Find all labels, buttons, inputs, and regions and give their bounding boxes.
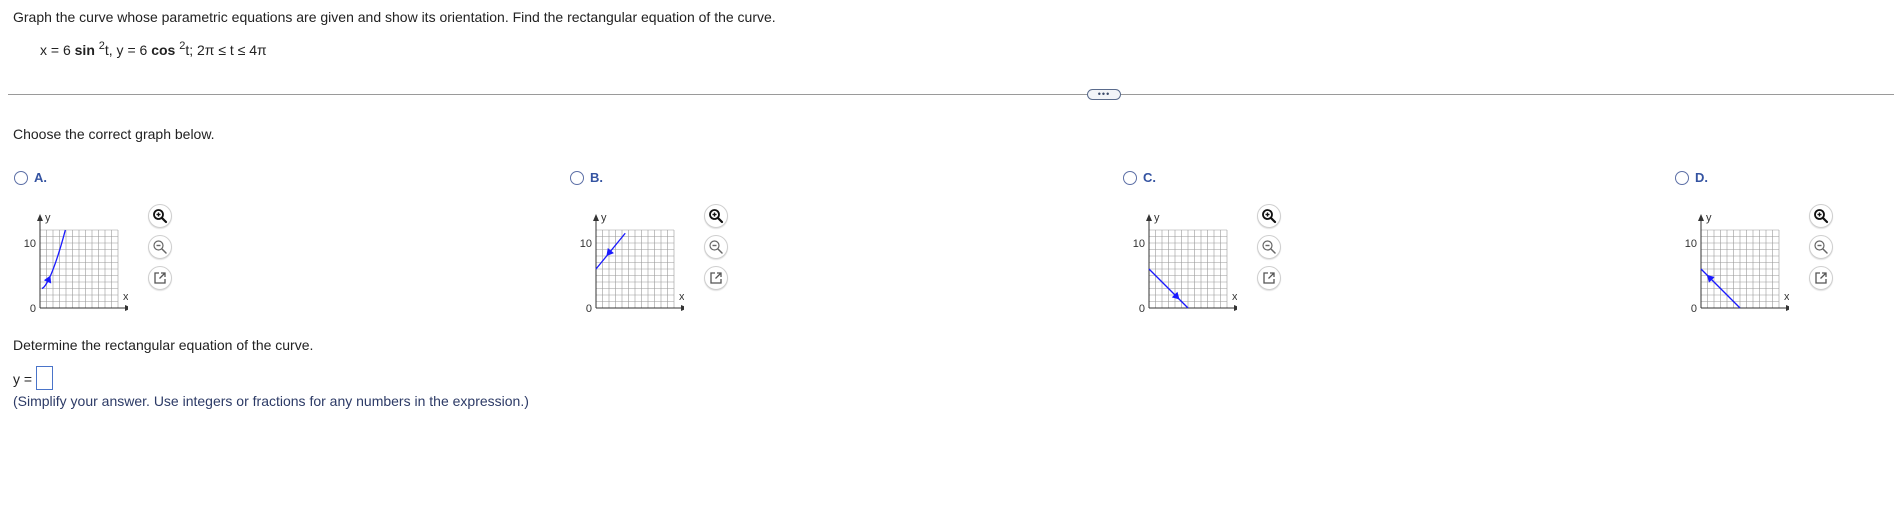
y-axis-label: y (45, 212, 51, 224)
zoom-in-button[interactable] (1257, 204, 1281, 228)
option-label-a[interactable]: A. (34, 170, 47, 185)
option-label-d[interactable]: D. (1695, 170, 1708, 185)
zoom-in-icon (709, 209, 724, 224)
equation-sin: sin (74, 42, 95, 58)
zoom-out-button[interactable] (704, 235, 728, 259)
zoom-in-button[interactable] (704, 204, 728, 228)
y-tick-label: 0 (1139, 303, 1145, 314)
x-axis-arrow (1786, 305, 1789, 311)
more-options-button[interactable]: ••• (1087, 89, 1121, 100)
option-radio-d[interactable] (1675, 171, 1689, 185)
x-axis-label: x (1232, 291, 1237, 303)
y-tick-label: 0 (1691, 303, 1697, 314)
y-tick-label: 10 (1685, 238, 1697, 250)
option-radio-c[interactable] (1123, 171, 1137, 185)
y-axis-arrow (593, 214, 599, 221)
x-axis-arrow (125, 305, 128, 311)
zoom-in-icon (153, 209, 168, 224)
popout-button[interactable] (148, 266, 172, 290)
option-graph-c: 100010yx (1117, 192, 1237, 314)
y-tick-label: 10 (1133, 238, 1145, 250)
graph-svg: 100010yx (580, 212, 684, 314)
answer-input[interactable] (36, 366, 53, 390)
x-axis-label: x (679, 291, 684, 303)
y-axis-label: y (1154, 212, 1160, 224)
option-graph-a: 100010yx (8, 192, 128, 314)
zoom-out-icon (1814, 240, 1828, 254)
zoom-out-icon (709, 240, 723, 254)
option-label-c[interactable]: C. (1143, 170, 1156, 185)
x-axis-label: x (1784, 291, 1789, 303)
answer-prefix: y = (13, 371, 33, 387)
option-radio-b[interactable] (570, 171, 584, 185)
y-axis-arrow (1698, 214, 1704, 221)
popout-icon (154, 272, 166, 284)
zoom-out-button[interactable] (1809, 235, 1833, 259)
zoom-in-button[interactable] (148, 204, 172, 228)
choose-graph-label: Choose the correct graph below. (13, 126, 215, 142)
popout-button[interactable] (704, 266, 728, 290)
option-graph-b: 100010yx (564, 192, 684, 314)
popout-icon (1815, 272, 1827, 284)
zoom-out-button[interactable] (148, 235, 172, 259)
y-tick-label: 10 (24, 238, 36, 250)
y-axis-label: y (1706, 212, 1712, 224)
equation-x-lhs: x = 6 (40, 42, 75, 58)
zoom-in-icon (1262, 209, 1277, 224)
divider (8, 94, 1894, 95)
y-axis-label: y (601, 212, 607, 224)
equation-y-rest: t; 2π ≤ t ≤ 4π (185, 42, 267, 58)
parametric-equation: x = 6 sin 2t, y = 6 cos 2t; 2π ≤ t ≤ 4π (40, 41, 267, 59)
y-tick-label: 10 (580, 238, 592, 250)
option-label-b[interactable]: B. (590, 170, 603, 185)
determine-label: Determine the rectangular equation of th… (13, 337, 314, 353)
simplify-note: (Simplify your answer. Use integers or f… (13, 393, 529, 409)
graph-svg: 100010yx (1133, 212, 1237, 314)
x-axis-arrow (681, 305, 684, 311)
x-axis-label: x (123, 291, 128, 303)
zoom-out-icon (1262, 240, 1276, 254)
y-tick-label: 0 (30, 303, 36, 314)
equation-cos: cos (151, 42, 176, 58)
y-axis-arrow (37, 214, 43, 221)
zoom-in-button[interactable] (1809, 204, 1833, 228)
zoom-out-button[interactable] (1257, 235, 1281, 259)
popout-button[interactable] (1257, 266, 1281, 290)
y-tick-label: 0 (586, 303, 592, 314)
question-prompt: Graph the curve whose parametric equatio… (13, 9, 776, 25)
popout-button[interactable] (1809, 266, 1833, 290)
equation-x-var: t, y = 6 (104, 42, 152, 58)
graph-svg: 100010yx (24, 212, 128, 314)
popout-icon (1263, 272, 1275, 284)
option-graph-d: 100010yx (1669, 192, 1789, 314)
y-axis-arrow (1146, 214, 1152, 221)
zoom-out-icon (153, 240, 167, 254)
option-radio-a[interactable] (14, 171, 28, 185)
popout-icon (710, 272, 722, 284)
zoom-in-icon (1814, 209, 1829, 224)
graph-svg: 100010yx (1685, 212, 1789, 314)
x-axis-arrow (1234, 305, 1237, 311)
